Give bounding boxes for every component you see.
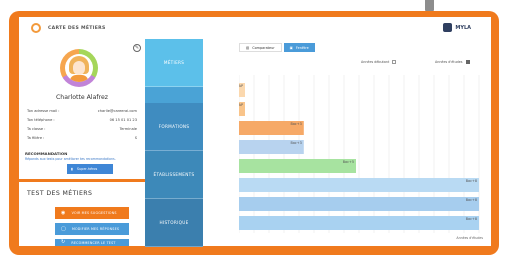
legend-checkbox-icon	[465, 60, 470, 64]
bar-end-label: Bac+3	[291, 122, 302, 126]
top-decoration	[425, 0, 434, 11]
brand-name: MYLA	[455, 24, 471, 31]
tab-bar: ▥ Comparateur ▣ Fenêtre	[239, 43, 315, 52]
document-icon: ▢	[61, 225, 66, 232]
chart-bar[interactable]	[239, 178, 479, 192]
top-bar: CARTE DES MÉTIERS MYLA	[19, 17, 491, 39]
edit-answers-button[interactable]: ▢ MODIFIER MES RÉPONSES	[55, 223, 129, 235]
bar-end-label: Bac+8	[466, 198, 477, 202]
nav-item-label: MÉTIERS	[163, 60, 185, 65]
field-label: Ton téléphone :	[27, 118, 55, 122]
profile-field: Ton adresse mail : charlie@careerai.com	[27, 109, 137, 113]
legend-item[interactable]: Années débutant	[361, 60, 397, 64]
legend-checkbox-icon	[392, 60, 397, 64]
field-label: Ton adresse mail :	[27, 109, 60, 113]
nav-item-label: ÉTABLISSEMENTS	[153, 172, 195, 177]
bar-end-label: Bac+5	[343, 160, 354, 164]
nav-item-metiers[interactable]: MÉTIERS	[145, 39, 203, 87]
bar-end-label: Bac+3	[291, 141, 302, 145]
button-label: RECOMMENCER LE TEST	[71, 240, 116, 245]
bar-end-label: Bac+8	[466, 217, 477, 221]
bar-chart-icon: ▥	[246, 45, 250, 50]
legend-label: Années débutant	[361, 60, 390, 64]
legend-item[interactable]: Années d'études	[435, 60, 470, 64]
tests-title: TEST DES MÉTIERS	[27, 190, 93, 197]
profile-field: Ta classe : Terminale	[27, 127, 137, 131]
field-value: S	[134, 136, 137, 140]
avatar	[60, 49, 98, 87]
x-axis-label: Années d'études	[456, 236, 483, 240]
tab-label: Fenêtre	[295, 45, 309, 50]
profile-panel: ✎ Charlotte Alafrez Ton adresse mail : c…	[19, 39, 145, 246]
nav-item-label: HISTORIQUE	[159, 220, 189, 225]
bar-end-label: CAP	[239, 84, 243, 88]
bar-end-label: Bac+8	[466, 179, 477, 183]
profile-field: Ta filière : S	[27, 136, 137, 140]
refresh-icon: ↻	[61, 239, 66, 245]
chart-bar[interactable]	[239, 159, 356, 173]
profile-name: Charlotte Alafrez	[55, 94, 109, 101]
divider	[19, 179, 145, 182]
eye-icon: ◉	[61, 209, 66, 216]
bar-end-label: CAP	[239, 103, 243, 107]
tab-label: Comparateur	[252, 45, 275, 50]
app-logo-icon[interactable]	[31, 23, 41, 33]
app-title: CARTE DES MÉTIERS	[48, 25, 106, 31]
chart-bar[interactable]	[239, 216, 479, 230]
field-value: 06 15 01 01 23	[109, 118, 137, 122]
recommendation-text[interactable]: Réponds aux tests pour améliorer tes rec…	[25, 157, 116, 161]
nav-item-etablissements[interactable]: ÉTABLISSEMENTS	[145, 151, 203, 199]
field-label: Ta classe :	[27, 127, 46, 131]
tab-comparateur[interactable]: ▥ Comparateur	[239, 43, 282, 52]
field-value: Terminale	[119, 127, 137, 131]
brand-mark-icon	[443, 23, 453, 32]
button-label: MODIFIER MES RÉPONSES	[71, 227, 120, 231]
field-label: Ta filière :	[27, 136, 45, 140]
tab-fenetre[interactable]: ▣ Fenêtre	[283, 43, 315, 52]
nav-item-formations[interactable]: FORMATIONS	[145, 103, 203, 151]
legend-label: Années d'études	[435, 60, 463, 64]
screen: CARTE DES MÉTIERS MYLA ✎ Charlotte Alafr…	[0, 0, 506, 259]
brand-logo[interactable]: MYLA	[443, 23, 471, 32]
profile-field: Ton téléphone : 06 15 01 01 23	[27, 118, 137, 122]
chart-bar[interactable]	[239, 197, 479, 211]
comparison-chart: CAP CAP Bac+3 Bac+3 Bac+5 Bac+8 Bac+8 Bac+8	[239, 75, 480, 233]
section-nav: MÉTIERS FORMATIONS ÉTABLISSEMENTS HISTOR…	[145, 39, 210, 247]
restart-test-button[interactable]: ↻ RECOMMENCER LE TEST	[55, 239, 129, 246]
hero-icon: ▮	[71, 167, 73, 171]
app-window: CARTE DES MÉTIERS MYLA ✎ Charlotte Alafr…	[9, 11, 499, 255]
field-value: charlie@careerai.com	[97, 109, 137, 113]
recommendation-button[interactable]: ▮ Super-héros	[67, 164, 113, 174]
button-label: VOIR MES SUGGESTIONS	[71, 211, 117, 215]
recommendation-button-label: Super-héros	[76, 167, 98, 171]
view-suggestions-button[interactable]: ◉ VOIR MES SUGGESTIONS	[55, 207, 129, 219]
window-icon: ▣	[289, 45, 293, 50]
recommendation-title: RECOMMANDATION	[25, 151, 68, 156]
chart-panel: ▥ Comparateur ▣ Fenêtre Années débutant …	[203, 39, 491, 246]
nav-item-historique[interactable]: HISTORIQUE	[145, 199, 203, 247]
edit-profile-icon[interactable]: ✎	[133, 44, 141, 52]
nav-item-label: FORMATIONS	[158, 124, 190, 129]
